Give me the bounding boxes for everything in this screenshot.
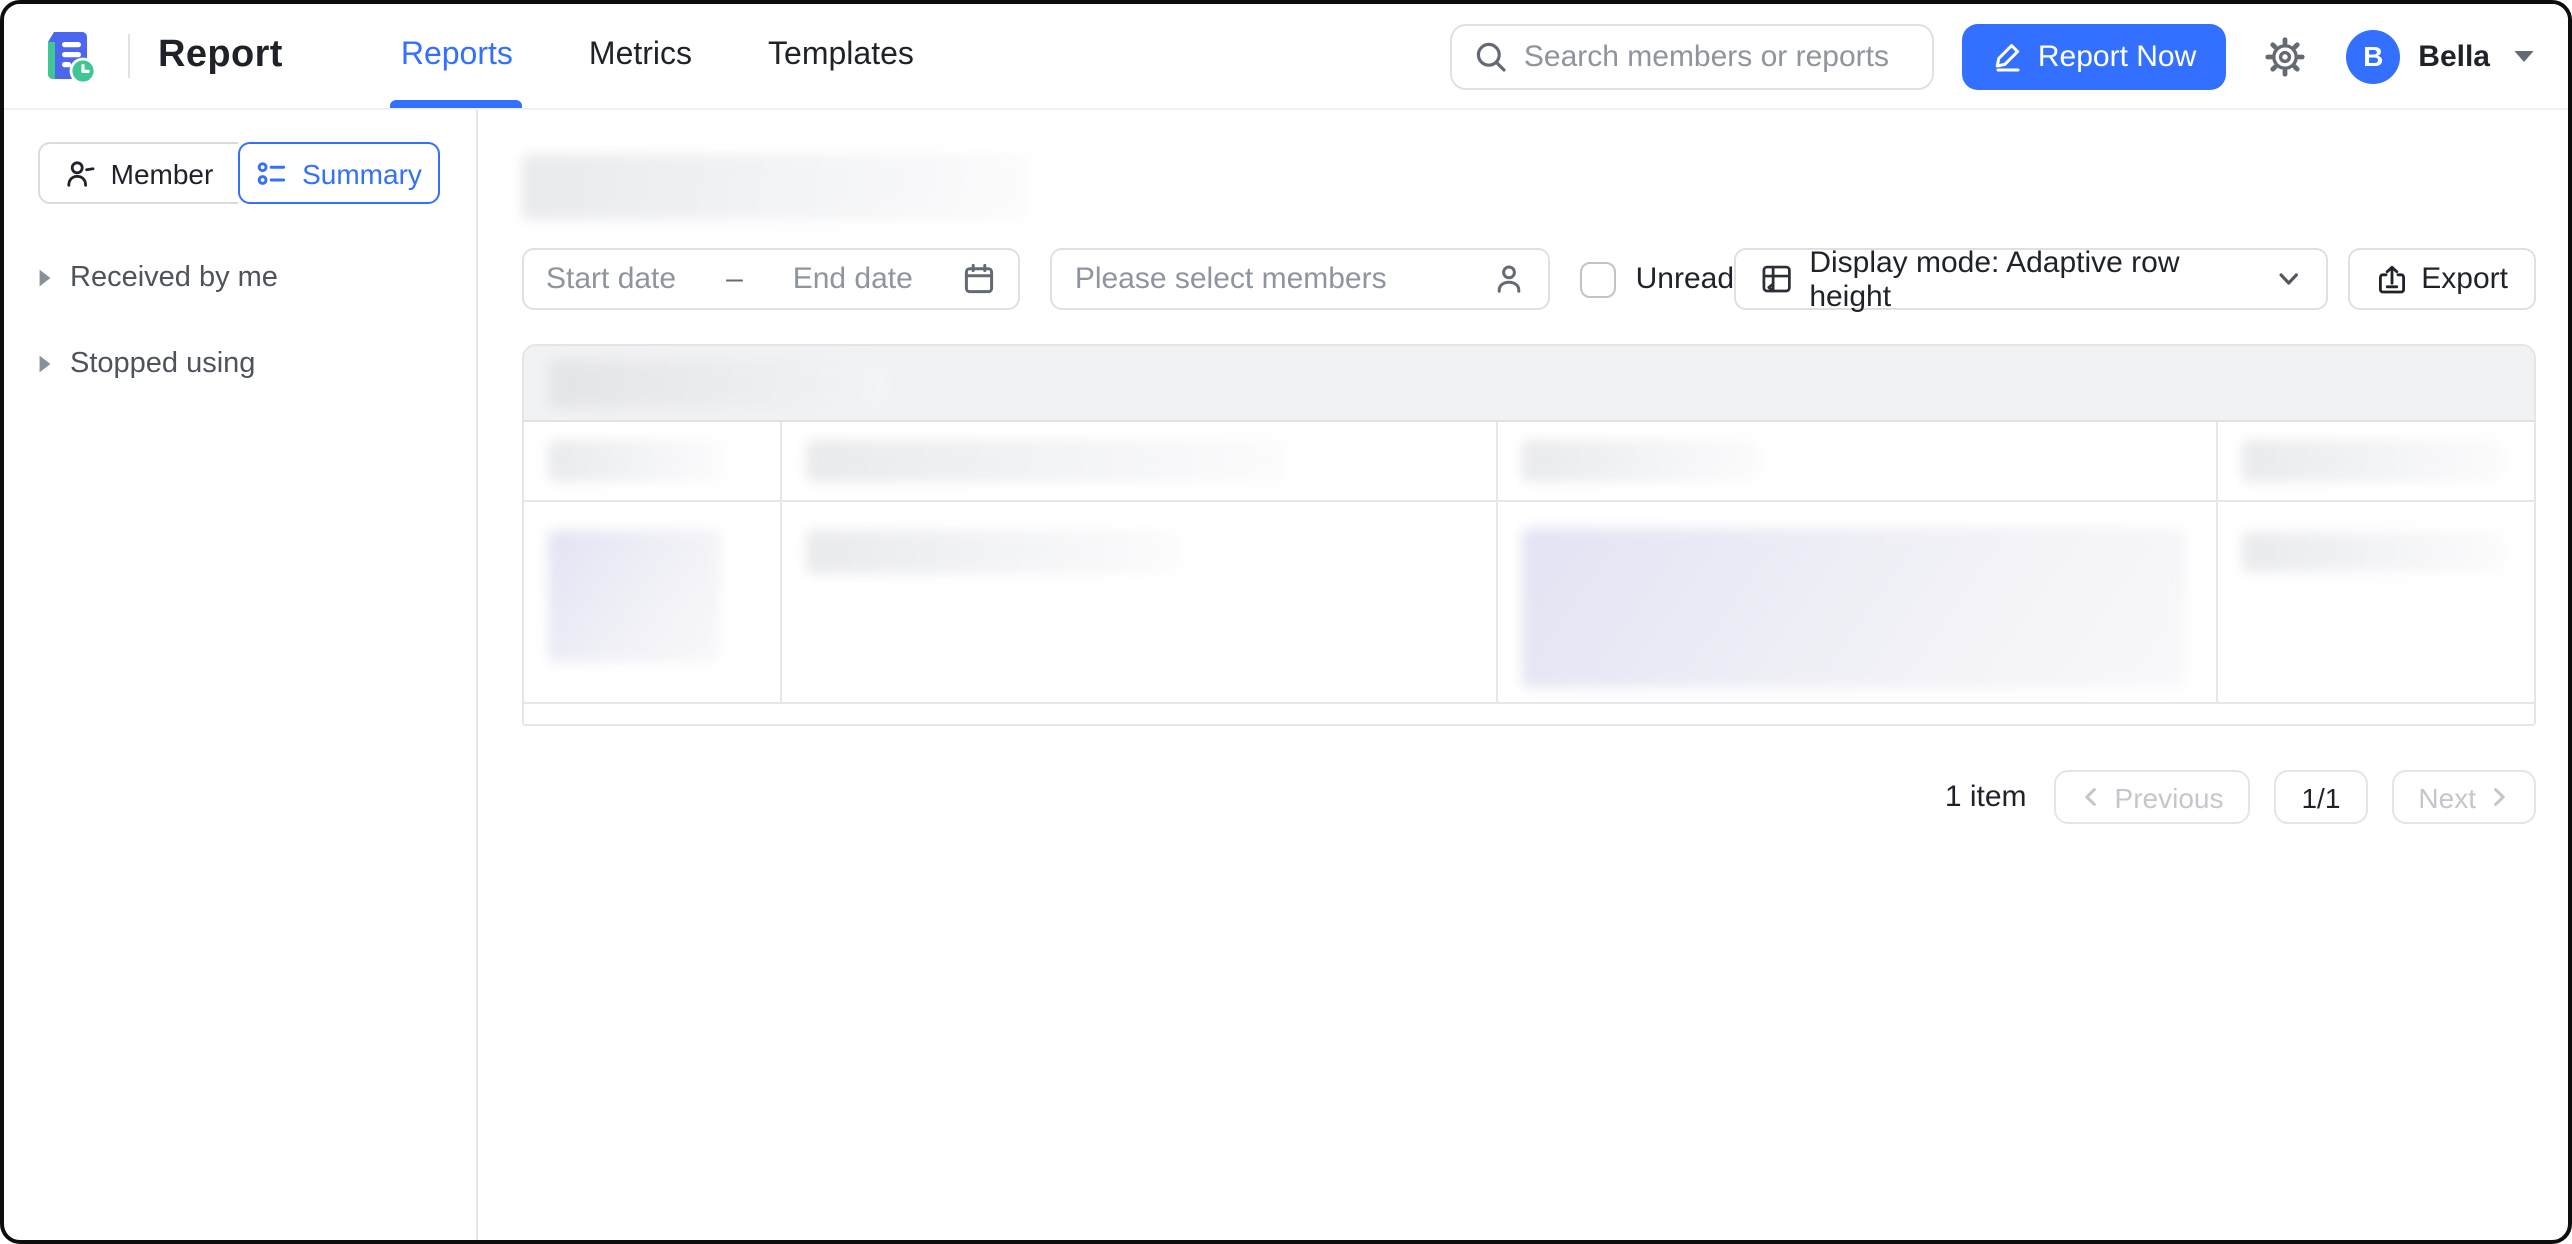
sidebar-item-label: Stopped using (70, 348, 256, 380)
redacted-cell-content (548, 530, 720, 662)
display-mode-label: Display mode: Adaptive row height (1809, 245, 2180, 313)
redacted-header (1522, 440, 1762, 482)
redacted-header (2242, 440, 2506, 482)
top-nav: Report Reports Metrics Templates Search … (4, 4, 2568, 110)
table-row[interactable] (524, 502, 2534, 704)
tab-reports[interactable]: Reports (363, 4, 551, 108)
summary-table (522, 344, 2536, 726)
table-footer-strip (524, 704, 2534, 724)
table-cell (524, 502, 782, 702)
unread-checkbox[interactable] (1579, 261, 1616, 297)
date-range-picker[interactable]: Start date – End date (522, 248, 1021, 310)
table-cell (1498, 502, 2218, 702)
next-page-button[interactable]: Next (2392, 770, 2536, 824)
view-toggle-member[interactable]: Member (38, 142, 238, 204)
tab-metrics-label: Metrics (588, 38, 693, 72)
date-separator: – (726, 262, 743, 296)
filter-bar: Start date – End date Please select memb… (522, 245, 2536, 313)
export-icon (2378, 264, 2405, 293)
view-toggle-summary[interactable]: Summary (238, 142, 440, 204)
chevron-down-icon (2279, 273, 2298, 285)
tree-caret-icon[interactable] (38, 354, 52, 374)
report-now-button[interactable]: Report Now (1961, 23, 2227, 89)
search-input[interactable] (1523, 39, 1910, 73)
tab-reports-label: Reports (400, 38, 513, 72)
tab-metrics[interactable]: Metrics (551, 4, 730, 108)
view-toggle-member-label: Member (110, 157, 214, 189)
table-header-cell (782, 422, 1498, 500)
member-person-icon (68, 160, 96, 186)
nav-right: Report Now B Bella (1449, 23, 2536, 89)
brand-divider (128, 34, 130, 78)
redacted-cell-content (1522, 528, 2186, 688)
end-date-placeholder: End date (792, 262, 913, 296)
view-toggle: Member Summary (38, 142, 442, 204)
member-select[interactable]: Please select members (1050, 248, 1550, 310)
search-box[interactable] (1449, 23, 1934, 89)
sidebar-item-stopped-using[interactable]: Stopped using (38, 348, 442, 380)
search-icon (1476, 41, 1506, 71)
start-date-placeholder: Start date (546, 262, 677, 296)
pagination: 1 item Previous 1/1 Next (522, 770, 2536, 824)
table-group-band (524, 346, 2534, 422)
table-header-cell (2218, 422, 2534, 500)
nav-tabs: Reports Metrics Templates (363, 4, 952, 108)
sidebar-item-received-by-me[interactable]: Received by me (38, 262, 442, 294)
redacted-cell-content (806, 530, 1178, 574)
member-select-placeholder: Please select members (1074, 262, 1387, 296)
tree-caret-icon[interactable] (38, 268, 52, 288)
pencil-icon (1995, 44, 2020, 72)
table-cell (2218, 502, 2534, 702)
table-cell (782, 502, 1498, 702)
redacted-header (806, 440, 1286, 482)
previous-label: Previous (2114, 781, 2224, 813)
user-menu[interactable]: B Bella (2346, 29, 2536, 83)
display-mode-dropdown[interactable]: Display mode: Adaptive row height (1734, 245, 2328, 313)
unread-filter[interactable]: Unread (1579, 261, 1735, 297)
active-tab-underline (390, 100, 523, 108)
brand: Report (36, 24, 283, 88)
table-header-cell (524, 422, 782, 500)
sidebar: Member Summary Received by me Stopped us… (4, 110, 478, 1240)
tab-templates[interactable]: Templates (730, 4, 952, 108)
page-indicator-label: 1/1 (2301, 781, 2341, 813)
pagination-total: 1 item (1944, 780, 2027, 814)
view-toggle-summary-label: Summary (302, 157, 422, 189)
chevron-right-icon (2494, 788, 2505, 806)
export-label: Export (2421, 262, 2508, 296)
person-icon (1497, 265, 1520, 293)
main-content: Start date – End date Please select memb… (478, 110, 2568, 1240)
table-header-cell (1498, 422, 2218, 500)
calendar-icon (965, 263, 994, 294)
user-name: Bella (2418, 39, 2490, 73)
sidebar-tree: Received by me Stopped using (38, 262, 442, 380)
display-grid-icon (1762, 265, 1791, 293)
caret-down-icon (2512, 47, 2536, 65)
app-window: Report Reports Metrics Templates Search … (0, 0, 2572, 1244)
previous-page-button[interactable]: Previous (2054, 770, 2250, 824)
report-now-label: Report Now (2037, 39, 2197, 73)
sidebar-item-label: Received by me (70, 262, 278, 294)
settings-gear-icon[interactable] (2264, 35, 2306, 77)
app-title: Report (158, 34, 283, 76)
redacted-cell-content (2242, 532, 2506, 572)
redacted-group-title (550, 359, 890, 407)
app-logo-icon (48, 32, 97, 85)
chevron-left-icon (2085, 788, 2097, 806)
tab-templates-label: Templates (768, 38, 914, 72)
export-button[interactable]: Export (2347, 248, 2536, 310)
unread-label: Unread (1635, 262, 1735, 296)
redacted-page-title (522, 154, 1030, 220)
next-label: Next (2418, 781, 2476, 813)
page-indicator[interactable]: 1/1 (2273, 770, 2369, 824)
avatar: B (2346, 29, 2401, 83)
table-header-row (524, 422, 2534, 502)
summary-list-icon (257, 161, 286, 184)
redacted-header (548, 440, 724, 482)
